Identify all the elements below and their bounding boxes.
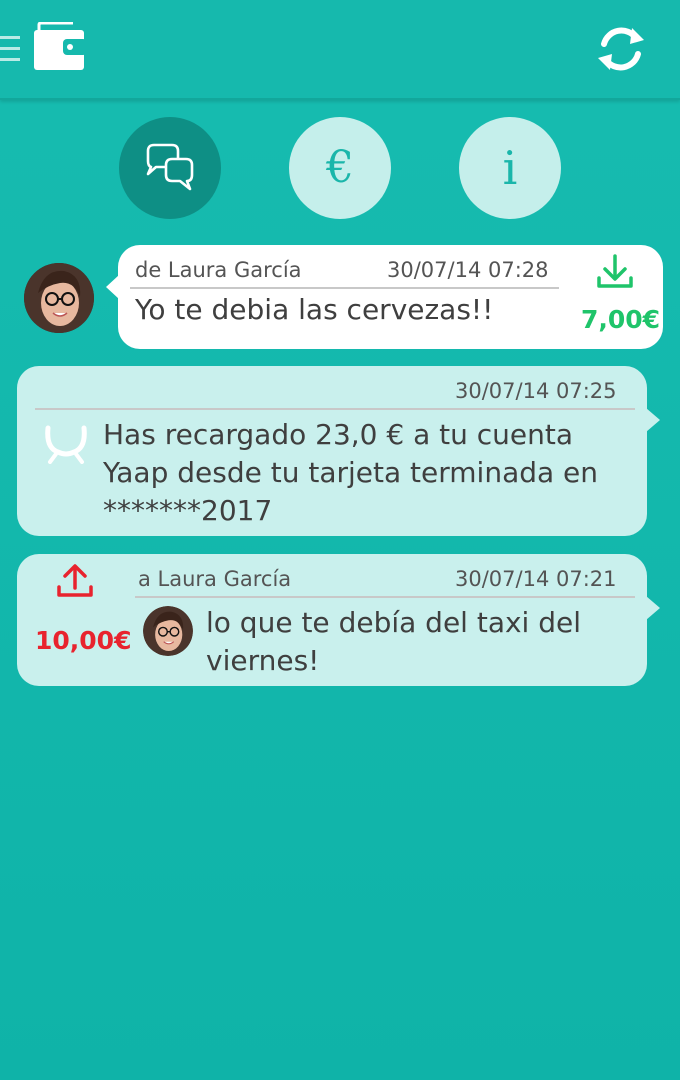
avatar <box>143 606 193 656</box>
menu-icon[interactable] <box>0 36 20 66</box>
message-card-system[interactable]: 30/07/14 07:25 Has recargado 23,0 € a tu… <box>17 366 660 536</box>
euro-icon: € <box>326 142 354 193</box>
message-text: Yo te debia las cervezas!! <box>135 293 494 326</box>
refresh-icon[interactable] <box>594 22 648 76</box>
message-timestamp: 30/07/14 07:28 <box>387 258 549 282</box>
message-text: lo que te debía del taxi del viernes! <box>206 606 582 677</box>
info-icon: i <box>502 141 518 195</box>
divider <box>35 408 635 410</box>
download-icon <box>597 254 633 288</box>
wallet-icon[interactable] <box>33 22 87 72</box>
message-timestamp: 30/07/14 07:21 <box>455 567 617 591</box>
upload-icon <box>57 564 93 597</box>
top-bar <box>0 0 680 100</box>
avatar <box>24 263 94 333</box>
tab-payments[interactable]: € <box>289 117 391 219</box>
message-text: Has recargado 23,0 € a tu cuenta Yaap de… <box>103 418 599 527</box>
yaap-logo-icon <box>45 425 87 464</box>
amount-received: 7,00€ <box>581 305 661 334</box>
message-card-outgoing[interactable]: 10,00€ a Laura García 30/07/14 07:21 lo … <box>17 554 660 686</box>
divider <box>130 287 559 289</box>
chat-bubbles-icon <box>146 143 194 191</box>
message-recipient: a Laura García <box>138 567 292 591</box>
tab-info[interactable]: i <box>459 117 561 219</box>
message-sender: de Laura García <box>135 258 302 282</box>
tab-messages[interactable] <box>119 117 221 219</box>
divider <box>135 596 635 598</box>
message-timestamp: 30/07/14 07:25 <box>455 379 617 403</box>
message-card-incoming[interactable]: de Laura García 30/07/14 07:28 Yo te deb… <box>106 245 663 349</box>
amount-sent: 10,00€ <box>35 626 132 655</box>
